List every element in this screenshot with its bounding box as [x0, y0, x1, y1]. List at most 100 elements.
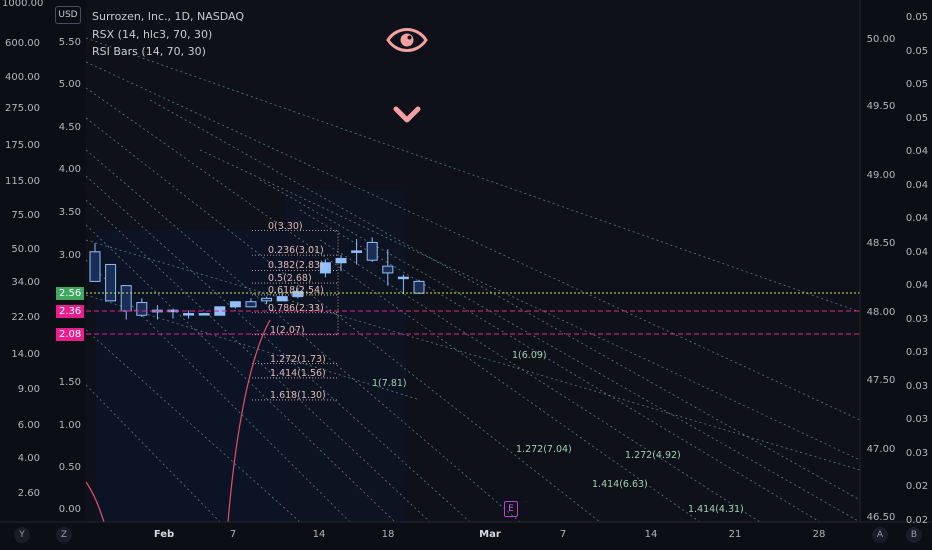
fib-extension-label: 1(7.81)	[372, 378, 407, 389]
fib-level-label: 0.786(2.33)	[268, 302, 324, 314]
left-axis-label: 175.00	[5, 140, 40, 151]
fib-extension-label: 1(6.09)	[512, 350, 547, 361]
time-axis-label: 21	[728, 529, 742, 540]
mid-axis-label: 4.00	[58, 164, 81, 175]
mid-axis-label: 0.50	[58, 462, 81, 473]
fib-level-label: 1.414(1.56)	[270, 367, 326, 379]
time-axis-label: 28	[812, 529, 826, 540]
left-axis-label: 115.00	[5, 176, 40, 187]
candle	[413, 279, 425, 294]
fib-extension-label: 1.414(4.31)	[688, 504, 744, 515]
fib-level-label: 1.272(1.73)	[270, 353, 326, 365]
lower-price-badge: 2.08	[56, 328, 85, 341]
fib-extension-label: 1.272(4.92)	[625, 450, 681, 461]
fib-level-label: 0.5(2.68)	[268, 273, 312, 285]
oscillator-axis-label: 0.05	[905, 12, 929, 23]
left-axis-label: 6.00	[17, 420, 40, 431]
fib-level-label: 0.236(3.01)	[268, 245, 324, 257]
mid-axis-label: 3.50	[58, 207, 81, 218]
oscillator-axis-label: 0.03	[905, 447, 929, 459]
left-axis-label: 2.60	[17, 488, 40, 499]
candle-body	[261, 297, 273, 302]
mid-axis-label: 0.00	[58, 504, 81, 515]
left-axis-label: 22.00	[11, 312, 40, 323]
candle-body	[136, 302, 148, 316]
oscillator-axis-label: 0.04	[905, 213, 929, 224]
legend-indicator-rsx[interactable]: RSX (14, hlc3, 70, 30)	[92, 28, 212, 41]
corner-button-z[interactable]: Z	[56, 527, 72, 543]
mid-axis-label: 3.00	[58, 250, 81, 261]
left-axis-label: 600.00	[5, 38, 40, 49]
oscillator-axis-label: 0.04	[905, 246, 929, 258]
candle-body	[229, 301, 241, 308]
time-axis-label: 7	[559, 529, 567, 540]
candle-body	[105, 263, 117, 302]
left-axis-label: 50.00	[11, 244, 40, 255]
earnings-event-marker[interactable]: E	[504, 501, 518, 517]
candle-body	[351, 250, 363, 253]
candle-body	[397, 276, 409, 280]
current-price-badge: 2.56	[56, 287, 85, 300]
oscillator-axis-label: 0.03	[905, 313, 929, 325]
oscillator-axis-label: 0.02	[905, 481, 929, 492]
oscillator-axis-label: 0.03	[905, 414, 929, 425]
candle-body	[120, 285, 132, 312]
time-axis-label: 14	[312, 529, 326, 540]
chart-stage[interactable]: USD Surrozen, Inc., 1D, NASDAQ RSX (14, …	[0, 0, 932, 550]
mid-axis-label: 5.50	[58, 37, 81, 48]
candle-body	[245, 301, 257, 308]
candle-body	[276, 296, 288, 302]
left-axis-label: 4.00	[17, 453, 40, 464]
oscillator-axis-label: 0.05	[905, 79, 929, 90]
oscillator-axis-label: 0.05	[905, 45, 929, 57]
candle-body	[382, 265, 394, 274]
candle	[105, 263, 117, 302]
left-axis-label: 1000.00	[2, 0, 44, 9]
left-axis-label: 400.00	[5, 72, 40, 83]
fib-level-label: 1(2.07)	[270, 324, 305, 336]
candle-body	[183, 313, 195, 316]
time-axis-label: Feb	[153, 529, 175, 540]
fib-extension-label: 1.414(6.63)	[592, 479, 648, 490]
mid-axis-label: 4.50	[58, 122, 81, 133]
right-axis-label: 47.50	[866, 375, 896, 386]
right-axis-label: 49.00	[866, 170, 896, 181]
legend-indicator-rsi-bars[interactable]: RSI Bars (14, 70, 30)	[92, 45, 206, 58]
oscillator-axis-label: 0.04	[905, 179, 929, 191]
fib-level-label: 0(3.30)	[268, 220, 303, 232]
right-axis-label: 48.50	[866, 238, 896, 249]
oscillator-axis-label: 0.03	[905, 347, 929, 358]
mid-axis-label: 1.50	[58, 377, 81, 388]
left-axis-label: 275.00	[5, 103, 40, 114]
corner-button-y[interactable]: Y	[14, 527, 30, 543]
left-axis-label: 9.00	[17, 384, 40, 395]
left-axis-label: 14.00	[11, 349, 40, 360]
oscillator-axis-label: 0.05	[905, 112, 929, 124]
right-axis-label: 49.50	[866, 101, 896, 112]
oscillator-axis-label: 0.04	[905, 146, 929, 157]
candle-body	[413, 280, 425, 294]
legend-symbol[interactable]: Surrozen, Inc., 1D, NASDAQ	[92, 10, 244, 23]
candle-body	[335, 258, 347, 264]
oscillator-axis-label: 0.02	[905, 514, 929, 526]
fib-level-label: 1.618(1.30)	[270, 389, 326, 401]
right-axis-label: 47.00	[866, 444, 896, 455]
candle-body	[366, 241, 378, 261]
time-axis-label: 18	[381, 529, 395, 540]
fib-level-label: 0.618(2.54)	[268, 284, 324, 296]
corner-button-b[interactable]: B	[906, 527, 922, 543]
candle-body	[89, 251, 101, 282]
oscillator-axis-label: 0.04	[905, 280, 929, 291]
right-axis-label: 48.00	[866, 307, 896, 318]
candle	[198, 312, 210, 316]
time-axis-label: 14	[644, 529, 658, 540]
fib-level-label: 0.382(2.83)	[268, 260, 324, 272]
mid-axis-label: 1.00	[58, 420, 81, 431]
rsi-panel-shade	[96, 230, 286, 522]
currency-button[interactable]: USD	[55, 6, 81, 24]
left-axis-label: 75.00	[11, 210, 40, 221]
candle-body	[198, 313, 210, 316]
right-axis-label: 46.50	[866, 512, 896, 523]
chart-canvas[interactable]	[0, 0, 932, 550]
corner-button-a[interactable]: A	[872, 527, 888, 543]
